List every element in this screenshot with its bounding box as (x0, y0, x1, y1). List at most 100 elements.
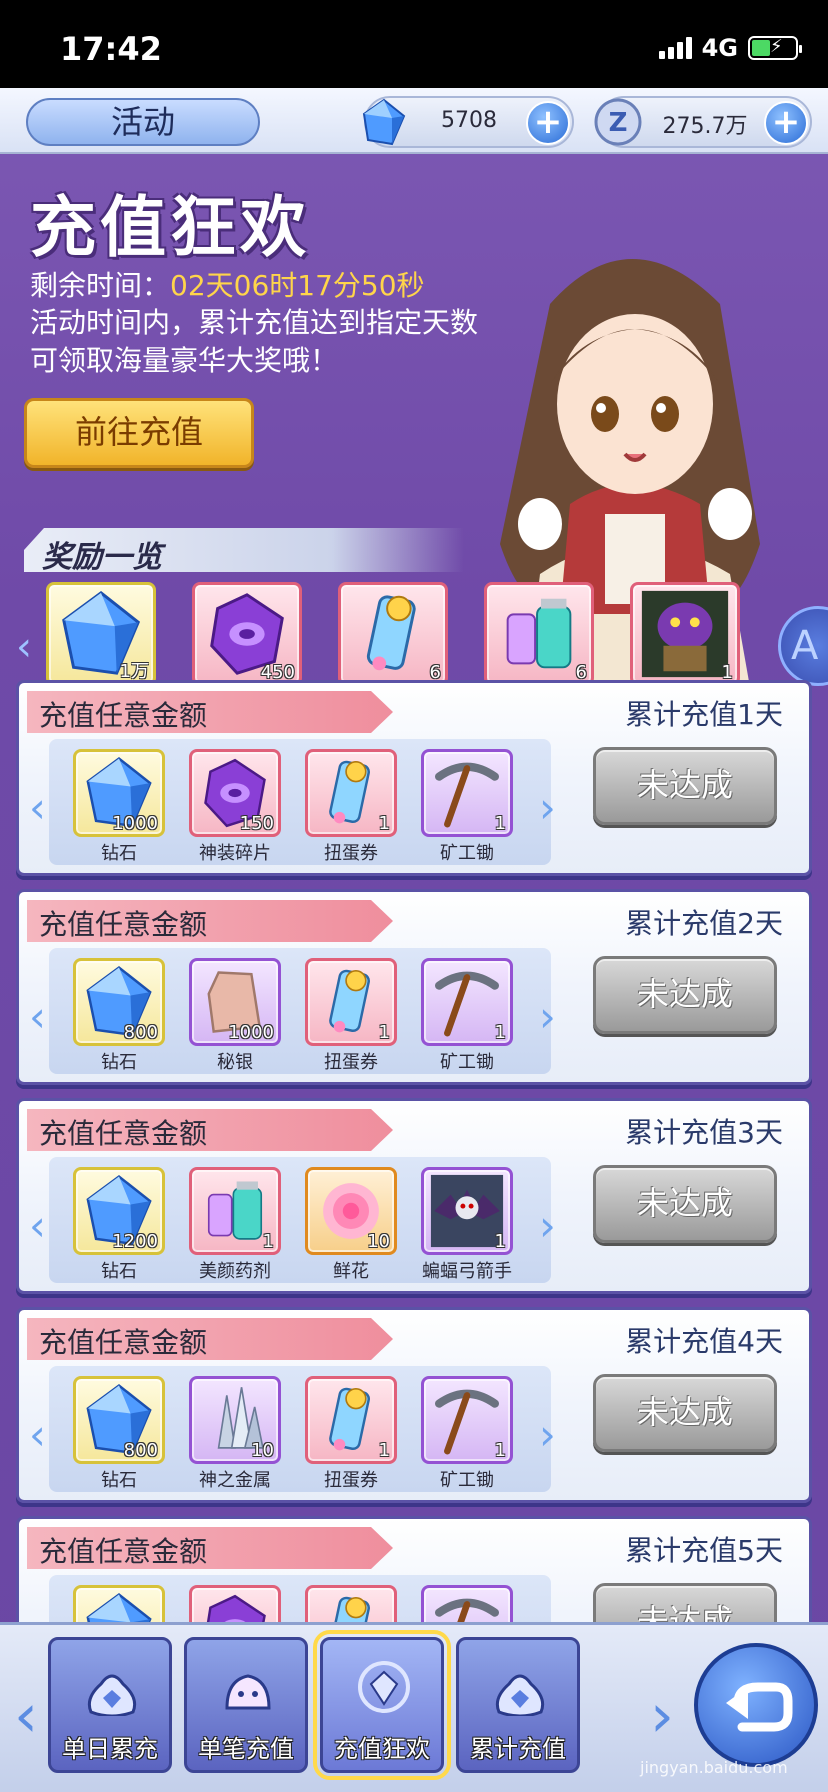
nav-tab-label: 累计充值 (470, 1735, 566, 1763)
back-button[interactable] (694, 1643, 818, 1767)
activity-tab[interactable]: 活动 (26, 98, 260, 146)
tier-ribbon: 充值任意金额 (27, 900, 393, 942)
reward-tier-row: 充值任意金额 累计充值2天 ‹ › 800 钻石 1000 秘银 1 扭蛋券 1 矿工锄 未达成 (16, 889, 812, 1085)
tier-item[interactable]: 1 矿工锄 (421, 1376, 513, 1492)
item-name: 神装碎片 (199, 843, 271, 864)
go-recharge-button[interactable]: 前往充值 (24, 398, 254, 468)
remaining-time: 剩余时间：02天06时17分50秒 (30, 264, 425, 304)
tier-item[interactable]: 1 矿工锄 (421, 958, 513, 1074)
game-screen: 活动 5708 + Z 275.7万 + 充值狂欢 剩余时间：02天06时17分… (0, 88, 828, 1792)
moneybag-icon (495, 1674, 545, 1716)
tier-condition: 充值任意金额 (39, 699, 208, 732)
reward-item-slot[interactable]: 10 (305, 1167, 397, 1255)
item-name: 美颜药剂 (199, 1261, 271, 1282)
tier-item[interactable]: 1000 秘银 (189, 958, 281, 1074)
overview-prev-arrow[interactable]: ‹ (16, 624, 32, 670)
tier-item[interactable]: 10 鲜花 (305, 1167, 397, 1283)
tier-item[interactable]: 1 扭蛋券 (305, 958, 397, 1074)
item-count: 1 (378, 1440, 390, 1461)
item-name: 矿工锄 (440, 843, 494, 864)
tier-item[interactable]: 1 扭蛋券 (305, 1376, 397, 1492)
nav-prev-arrow[interactable]: ‹ (14, 1681, 38, 1751)
item-name: 扭蛋券 (324, 1052, 378, 1073)
item-count: 10 (251, 1440, 274, 1461)
tier-item[interactable]: 1 扭蛋券 (305, 749, 397, 865)
reward-item-slot[interactable]: 1 (189, 1167, 281, 1255)
gem-counter: 5708 + (362, 96, 574, 148)
tier-item[interactable]: 10 神之金属 (189, 1376, 281, 1492)
reward-item-slot[interactable]: 450 (192, 582, 302, 686)
reward-item-slot[interactable]: 1000 (73, 749, 165, 837)
reward-item-slot[interactable]: 1000 (189, 958, 281, 1046)
reward-item-slot[interactable]: 1 (630, 582, 740, 686)
coin-counter: Z 275.7万 + (594, 96, 812, 148)
tier-item[interactable]: 1000 钻石 (73, 749, 165, 865)
tier-prev-arrow[interactable]: ‹ (29, 1205, 46, 1247)
reward-item-slot[interactable]: 1 (305, 749, 397, 837)
reward-item-slot[interactable]: 1200 (73, 1167, 165, 1255)
reward-item-slot[interactable]: 800 (73, 958, 165, 1046)
reward-overview-title: 奖励一览 (42, 540, 162, 575)
item-count: 150 (239, 813, 274, 834)
tier-next-arrow[interactable]: › (539, 1205, 556, 1247)
item-count: 1 (494, 1440, 506, 1461)
reward-item-slot[interactable]: 1 (305, 958, 397, 1046)
claim-status-button[interactable]: 未达成 (593, 747, 777, 825)
nav-tab[interactable]: 累计充值 (456, 1637, 580, 1773)
nav-tab[interactable]: 单日累充 (48, 1637, 172, 1773)
reward-item-slot[interactable]: 10 (189, 1376, 281, 1464)
claim-status-button[interactable]: 未达成 (593, 1374, 777, 1452)
item-count: 800 (123, 1022, 158, 1043)
moneybag-icon (87, 1674, 137, 1716)
item-count: 1 (494, 1231, 506, 1252)
tier-item[interactable]: 150 神装碎片 (189, 749, 281, 865)
nav-next-arrow[interactable]: › (650, 1681, 674, 1751)
tier-ribbon: 充值任意金额 (27, 691, 393, 733)
nav-tab[interactable]: 充值狂欢 (313, 1630, 451, 1780)
tier-item[interactable]: 1200 钻石 (73, 1167, 165, 1283)
claim-status-button[interactable]: 未达成 (593, 1165, 777, 1243)
reward-tier-row: 充值任意金额 累计充值3天 ‹ › 1200 钻石 1 美颜药剂 10 鲜花 1 蝙蝠弓箭手 未达成 (16, 1098, 812, 1294)
reward-item-slot[interactable]: 800 (73, 1376, 165, 1464)
tier-item[interactable]: 1 美颜药剂 (189, 1167, 281, 1283)
reward-item-slot[interactable]: 150 (189, 749, 281, 837)
add-gems-button[interactable]: + (526, 101, 570, 145)
watermark: jingyan.baidu.com (640, 1758, 788, 1777)
item-name: 蝙蝠弓箭手 (422, 1261, 512, 1282)
tier-condition: 充值任意金额 (39, 1117, 208, 1150)
tier-condition: 充值任意金额 (39, 1326, 208, 1359)
reward-overview-header: 奖励一览 (24, 528, 464, 572)
claim-status-button[interactable]: 未达成 (593, 956, 777, 1034)
item-count: 1 (262, 1231, 274, 1252)
tier-item-list: 1200 钻石 1 美颜药剂 10 鲜花 1 蝙蝠弓箭手 (73, 1167, 513, 1283)
reward-tier-row: 充值任意金额 累计充值1天 ‹ › 1000 钻石 150 神装碎片 1 扭蛋券 1 矿工锄 未达成 (16, 680, 812, 876)
tier-item[interactable]: 800 钻石 (73, 1376, 165, 1492)
reward-item-slot[interactable]: 1万 (46, 582, 156, 686)
reward-item-slot[interactable]: 1 (421, 958, 513, 1046)
reward-item-slot[interactable]: 1 (421, 1167, 513, 1255)
gem-count: 5708 (441, 108, 497, 133)
item-name: 秘银 (217, 1052, 253, 1073)
event-banner: 充值狂欢 剩余时间：02天06时17分50秒 活动时间内，累计充值达到指定天数可… (0, 154, 828, 744)
item-name: 钻石 (101, 1261, 137, 1282)
reward-item-slot[interactable]: 6 (338, 582, 448, 686)
tier-next-arrow[interactable]: › (539, 1414, 556, 1456)
tier-next-arrow[interactable]: › (539, 787, 556, 829)
reward-item-slot[interactable]: 1 (421, 1376, 513, 1464)
reward-item-slot[interactable]: 6 (484, 582, 594, 686)
item-count: 1 (494, 1022, 506, 1043)
tier-prev-arrow[interactable]: ‹ (29, 1414, 46, 1456)
reward-item-slot[interactable]: 1 (421, 749, 513, 837)
reward-item-slot[interactable]: 1 (305, 1376, 397, 1464)
tier-item[interactable]: 1 矿工锄 (421, 749, 513, 865)
tier-item[interactable]: 800 钻石 (73, 958, 165, 1074)
item-name: 钻石 (101, 843, 137, 864)
tier-prev-arrow[interactable]: ‹ (29, 787, 46, 829)
add-coins-button[interactable]: + (764, 101, 808, 145)
tier-next-arrow[interactable]: › (539, 996, 556, 1038)
tier-item[interactable]: 1 蝙蝠弓箭手 (421, 1167, 513, 1283)
tier-prev-arrow[interactable]: ‹ (29, 996, 46, 1038)
reward-tier-row: 充值任意金额 累计充值4天 ‹ › 800 钻石 10 神之金属 1 扭蛋券 1 矿工锄 未达成 (16, 1307, 812, 1503)
nav-tab[interactable]: 单笔充值 (184, 1637, 308, 1773)
tier-ribbon: 充值任意金额 (27, 1318, 393, 1360)
